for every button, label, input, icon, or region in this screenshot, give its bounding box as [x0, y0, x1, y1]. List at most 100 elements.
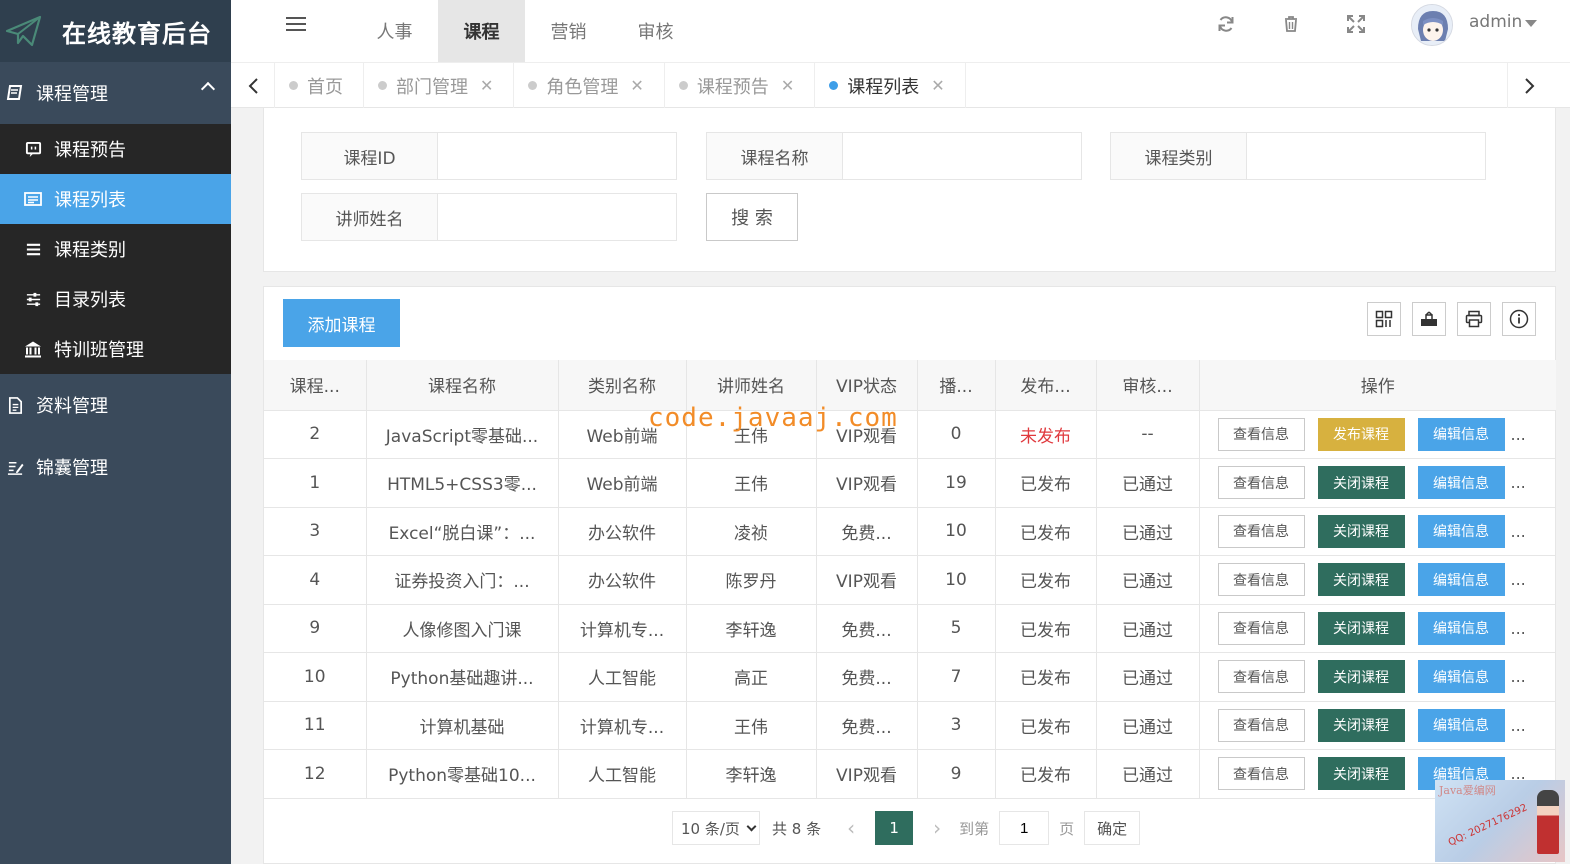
current-page[interactable]: 1 — [875, 811, 914, 845]
table-row: 11 计算机基础 计算机专... 王伟 免费... 3 已发布 已通过 查看信息 关闭课程 编辑信息… — [264, 701, 1556, 750]
info-button[interactable] — [1502, 302, 1536, 336]
sidebar-item-course-preview[interactable]: 课程预告 — [0, 124, 231, 174]
tab-home[interactable]: 首页 — [275, 63, 364, 108]
more-actions-icon[interactable]: ... — [1511, 425, 1526, 444]
sidebar-item-course-list[interactable]: 课程列表 — [0, 174, 231, 224]
edit-info-button[interactable]: 编辑信息 — [1417, 514, 1505, 548]
view-info-button[interactable]: 查看信息 — [1217, 611, 1305, 645]
cell-plays: 10 — [917, 507, 996, 556]
cell-teacher: 高正 — [686, 652, 817, 702]
table-row: 12 Python零基础10... 人工智能 李轩逸 VIP观看 9 已发布 已通过 查看信息关… — [264, 749, 1556, 799]
list-icon — [24, 190, 42, 208]
view-info-button[interactable]: 查看信息 — [1217, 757, 1305, 791]
more-actions-icon[interactable]: ... — [1511, 473, 1526, 492]
next-page-icon[interactable]: › — [921, 816, 953, 840]
close-course-button[interactable]: 关闭课程 — [1317, 660, 1405, 694]
view-info-button[interactable]: 查看信息 — [1217, 466, 1305, 500]
more-actions-icon[interactable]: ... — [1511, 570, 1526, 589]
tab-course-list[interactable]: 课程列表 ✕ — [815, 63, 966, 108]
course-id-input[interactable] — [438, 133, 676, 179]
admin-username[interactable]: admin — [1469, 12, 1522, 32]
search-button[interactable]: 搜 索 — [706, 193, 798, 241]
table-row: 9 人像修图入门课 计算机专... 李轩逸 免费... 5 已发布 已通过 查看信息 关闭课程 编辑… — [264, 604, 1556, 653]
teacher-name-field: 讲师姓名 — [301, 193, 677, 241]
tabs-prev-button[interactable] — [231, 63, 275, 108]
publish-course-button[interactable]: 发布课程 — [1317, 417, 1405, 451]
trash-icon[interactable] — [1281, 14, 1301, 34]
course-category-input[interactable] — [1247, 133, 1485, 179]
top-nav-hr[interactable]: 人事 — [351, 0, 438, 62]
tab-dot — [528, 81, 538, 90]
edit-info-button[interactable]: 编辑信息 — [1417, 611, 1505, 645]
close-course-button[interactable]: 关闭课程 — [1317, 757, 1405, 791]
close-course-button[interactable]: 关闭课程 — [1317, 466, 1405, 500]
avatar[interactable] — [1411, 4, 1453, 46]
cell-course-name: Python零基础10... — [366, 749, 559, 799]
sidebar-item-catalog-list[interactable]: 目录列表 — [0, 274, 231, 324]
menu-toggle-icon[interactable] — [286, 17, 306, 33]
column-header[interactable]: 审核... — [1096, 360, 1200, 411]
close-course-button[interactable]: 关闭课程 — [1317, 611, 1405, 645]
export-button[interactable] — [1412, 302, 1446, 336]
view-info-button[interactable]: 查看信息 — [1217, 417, 1305, 451]
cell-course-name: Python基础趣讲... — [366, 652, 559, 702]
goto-page-input[interactable] — [999, 811, 1050, 845]
column-header[interactable]: 课程... — [264, 360, 367, 411]
goto-confirm-button[interactable]: 确定 — [1084, 811, 1141, 845]
more-actions-icon[interactable]: ... — [1511, 716, 1526, 735]
more-actions-icon[interactable]: ... — [1511, 667, 1526, 686]
top-nav-course[interactable]: 课程 — [438, 0, 525, 62]
tabs-next-button[interactable] — [1507, 63, 1551, 108]
top-nav-audit[interactable]: 审核 — [612, 0, 699, 62]
close-icon[interactable]: ✕ — [931, 76, 944, 95]
close-course-button[interactable]: 关闭课程 — [1317, 514, 1405, 548]
close-icon[interactable]: ✕ — [781, 76, 794, 95]
edit-info-button[interactable]: 编辑信息 — [1417, 660, 1505, 694]
teacher-name-input[interactable] — [438, 194, 676, 240]
column-header[interactable]: 课程名称 — [366, 360, 559, 411]
column-header[interactable]: 播... — [917, 360, 996, 411]
watermark-text: code.javaaj.com — [648, 403, 898, 433]
edit-info-button[interactable]: 编辑信息 — [1417, 417, 1505, 451]
close-course-button[interactable]: 关闭课程 — [1317, 708, 1405, 742]
edit-info-button[interactable]: 编辑信息 — [1417, 563, 1505, 597]
prev-page-icon[interactable]: ‹ — [835, 816, 867, 840]
teacher-name-label: 讲师姓名 — [302, 194, 438, 240]
column-header[interactable]: 发布... — [995, 360, 1097, 411]
view-info-button[interactable]: 查看信息 — [1217, 563, 1305, 597]
tab-department[interactable]: 部门管理 ✕ — [364, 63, 515, 108]
page-size-select[interactable]: 10 条/页 — [672, 811, 760, 845]
columns-button[interactable] — [1367, 302, 1401, 336]
add-course-button[interactable]: 添加课程 — [283, 299, 400, 347]
more-actions-icon[interactable]: ... — [1511, 522, 1526, 541]
cell-category: 计算机专... — [558, 701, 687, 750]
view-info-button[interactable]: 查看信息 — [1217, 708, 1305, 742]
edit-info-button[interactable]: 编辑信息 — [1417, 466, 1505, 500]
edit-info-button[interactable]: 编辑信息 — [1417, 708, 1505, 742]
close-icon[interactable]: ✕ — [630, 76, 643, 95]
sidebar-group-course[interactable]: 课程管理 — [0, 62, 231, 124]
tab-role[interactable]: 角色管理 ✕ — [514, 63, 665, 108]
more-actions-icon[interactable]: ... — [1511, 619, 1526, 638]
sidebar-group-tips[interactable]: 锦囊管理 — [0, 436, 231, 498]
close-icon[interactable]: ✕ — [480, 76, 493, 95]
top-nav-marketing[interactable]: 营销 — [525, 0, 612, 62]
sidebar-item-training-class[interactable]: 特训班管理 — [0, 324, 231, 374]
print-button[interactable] — [1457, 302, 1491, 336]
refresh-icon[interactable] — [1216, 14, 1236, 34]
sidebar-group-materials[interactable]: 资料管理 — [0, 374, 231, 436]
cell-vip-status: 免费... — [816, 507, 918, 556]
course-category-label: 课程类别 — [1111, 133, 1247, 179]
tab-course-preview[interactable]: 课程预告 ✕ — [665, 63, 816, 108]
view-info-button[interactable]: 查看信息 — [1217, 660, 1305, 694]
cell-audit-status: 已通过 — [1096, 652, 1200, 702]
close-course-button[interactable]: 关闭课程 — [1317, 563, 1405, 597]
cell-audit-status: 已通过 — [1096, 507, 1200, 556]
cell-publish-status: 已发布 — [995, 749, 1097, 799]
sidebar-item-course-category[interactable]: 课程类别 — [0, 224, 231, 274]
caret-down-icon[interactable] — [1525, 20, 1537, 27]
view-info-button[interactable]: 查看信息 — [1217, 514, 1305, 548]
fullscreen-icon[interactable] — [1346, 14, 1366, 34]
tab-label: 课程预告 — [696, 76, 769, 98]
course-name-input[interactable] — [843, 133, 1081, 179]
